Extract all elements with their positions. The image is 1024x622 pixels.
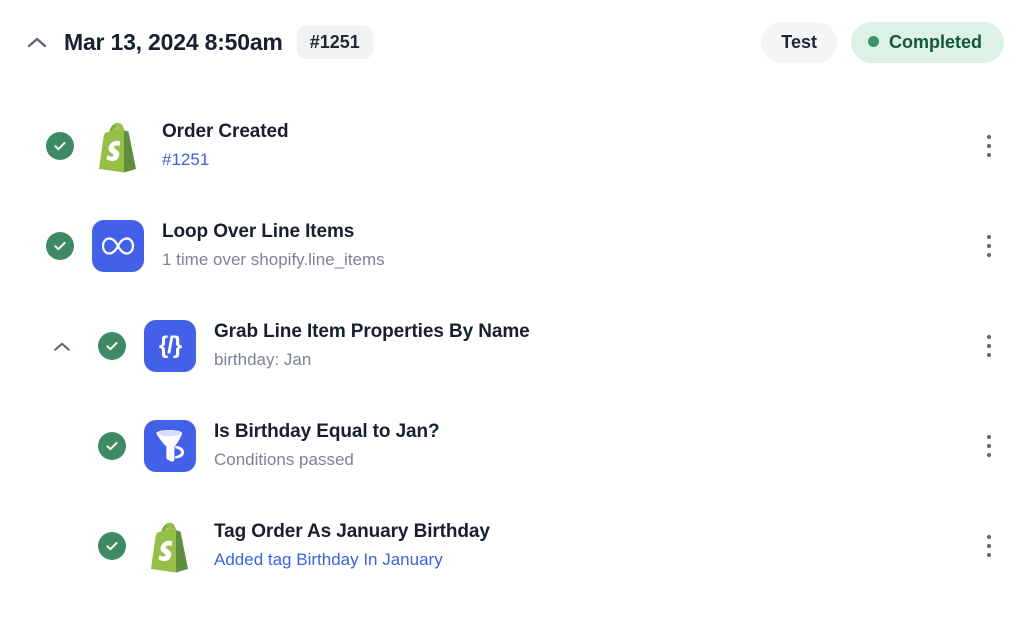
chevron-up-icon [27,37,47,48]
step-text: Is Birthday Equal to Jan? Conditions pass… [214,420,440,472]
step-text: Tag Order As January Birthday Added tag B… [214,520,490,572]
step-row[interactable]: Loop Over Line Items 1 time over shopify.… [0,196,1024,296]
step-app-icon [144,520,196,573]
check-icon [54,241,66,251]
step-app-icon [144,420,196,472]
step-row[interactable]: Order Created #1251 [0,96,1024,196]
step-text: Loop Over Line Items 1 time over shopify.… [162,220,385,272]
chevron-up-icon [54,342,70,351]
step-list: Order Created #1251 Loop Over Line Items 1 … [0,84,1024,596]
check-icon [106,541,118,551]
step-app-icon [92,220,144,272]
step-row[interactable]: Tag Order As January Birthday Added tag B… [0,496,1024,596]
step-subtitle: 1 time over shopify.line_items [162,249,385,269]
check-circle-icon [98,532,126,560]
kebab-menu-icon[interactable] [974,429,1004,463]
environment-badge[interactable]: Test [761,21,837,63]
kebab-menu-icon[interactable] [974,229,1004,263]
filter-funnel-icon [156,430,185,462]
check-circle-icon [98,432,126,460]
step-app-icon [92,120,144,173]
step-title: Grab Line Item Properties By Name [214,321,530,343]
kebab-menu-icon[interactable] [974,129,1004,163]
page-title: Mar 13, 2024 8:50am [64,28,283,55]
check-circle-icon [46,132,74,160]
kebab-menu-icon[interactable] [974,529,1004,563]
step-app-icon: {/} [144,320,196,372]
check-icon [54,141,66,151]
code-braces-icon: {/} [158,332,182,359]
status-badge[interactable]: Completed [850,21,1004,63]
step-text: Grab Line Item Properties By Name birthda… [214,320,530,372]
step-title: Is Birthday Equal to Jan? [214,421,440,443]
step-subtitle: birthday: Jan [214,349,312,369]
run-id-badge: #1251 [296,25,373,59]
step-row[interactable]: Is Birthday Equal to Jan? Conditions pass… [0,396,1024,496]
step-row[interactable]: {/} Grab Line Item Properties By Name birt… [0,296,1024,396]
step-title: Order Created [162,121,289,143]
collapse-run-toggle[interactable] [22,27,52,57]
status-badge-label: Completed [888,31,982,52]
kebab-menu-icon[interactable] [974,329,1004,363]
loop-infinity-icon [101,237,135,255]
check-circle-icon [46,232,74,260]
step-text: Order Created #1251 [162,120,289,172]
step-title: Loop Over Line Items [162,221,355,243]
step-subtitle[interactable]: #1251 [162,148,288,172]
step-collapse-toggle[interactable] [48,332,76,360]
status-dot-icon [867,36,879,47]
step-subtitle[interactable]: Added tag Birthday In January [214,548,490,572]
run-header: Mar 13, 2024 8:50am #1251 Test Completed [0,0,1024,84]
step-title: Tag Order As January Birthday [214,521,490,543]
shopify-icon [99,122,136,173]
check-icon [106,341,118,351]
shopify-icon [151,522,188,573]
check-circle-icon [98,332,126,360]
check-icon [106,441,118,451]
step-subtitle: Conditions passed [214,449,354,469]
